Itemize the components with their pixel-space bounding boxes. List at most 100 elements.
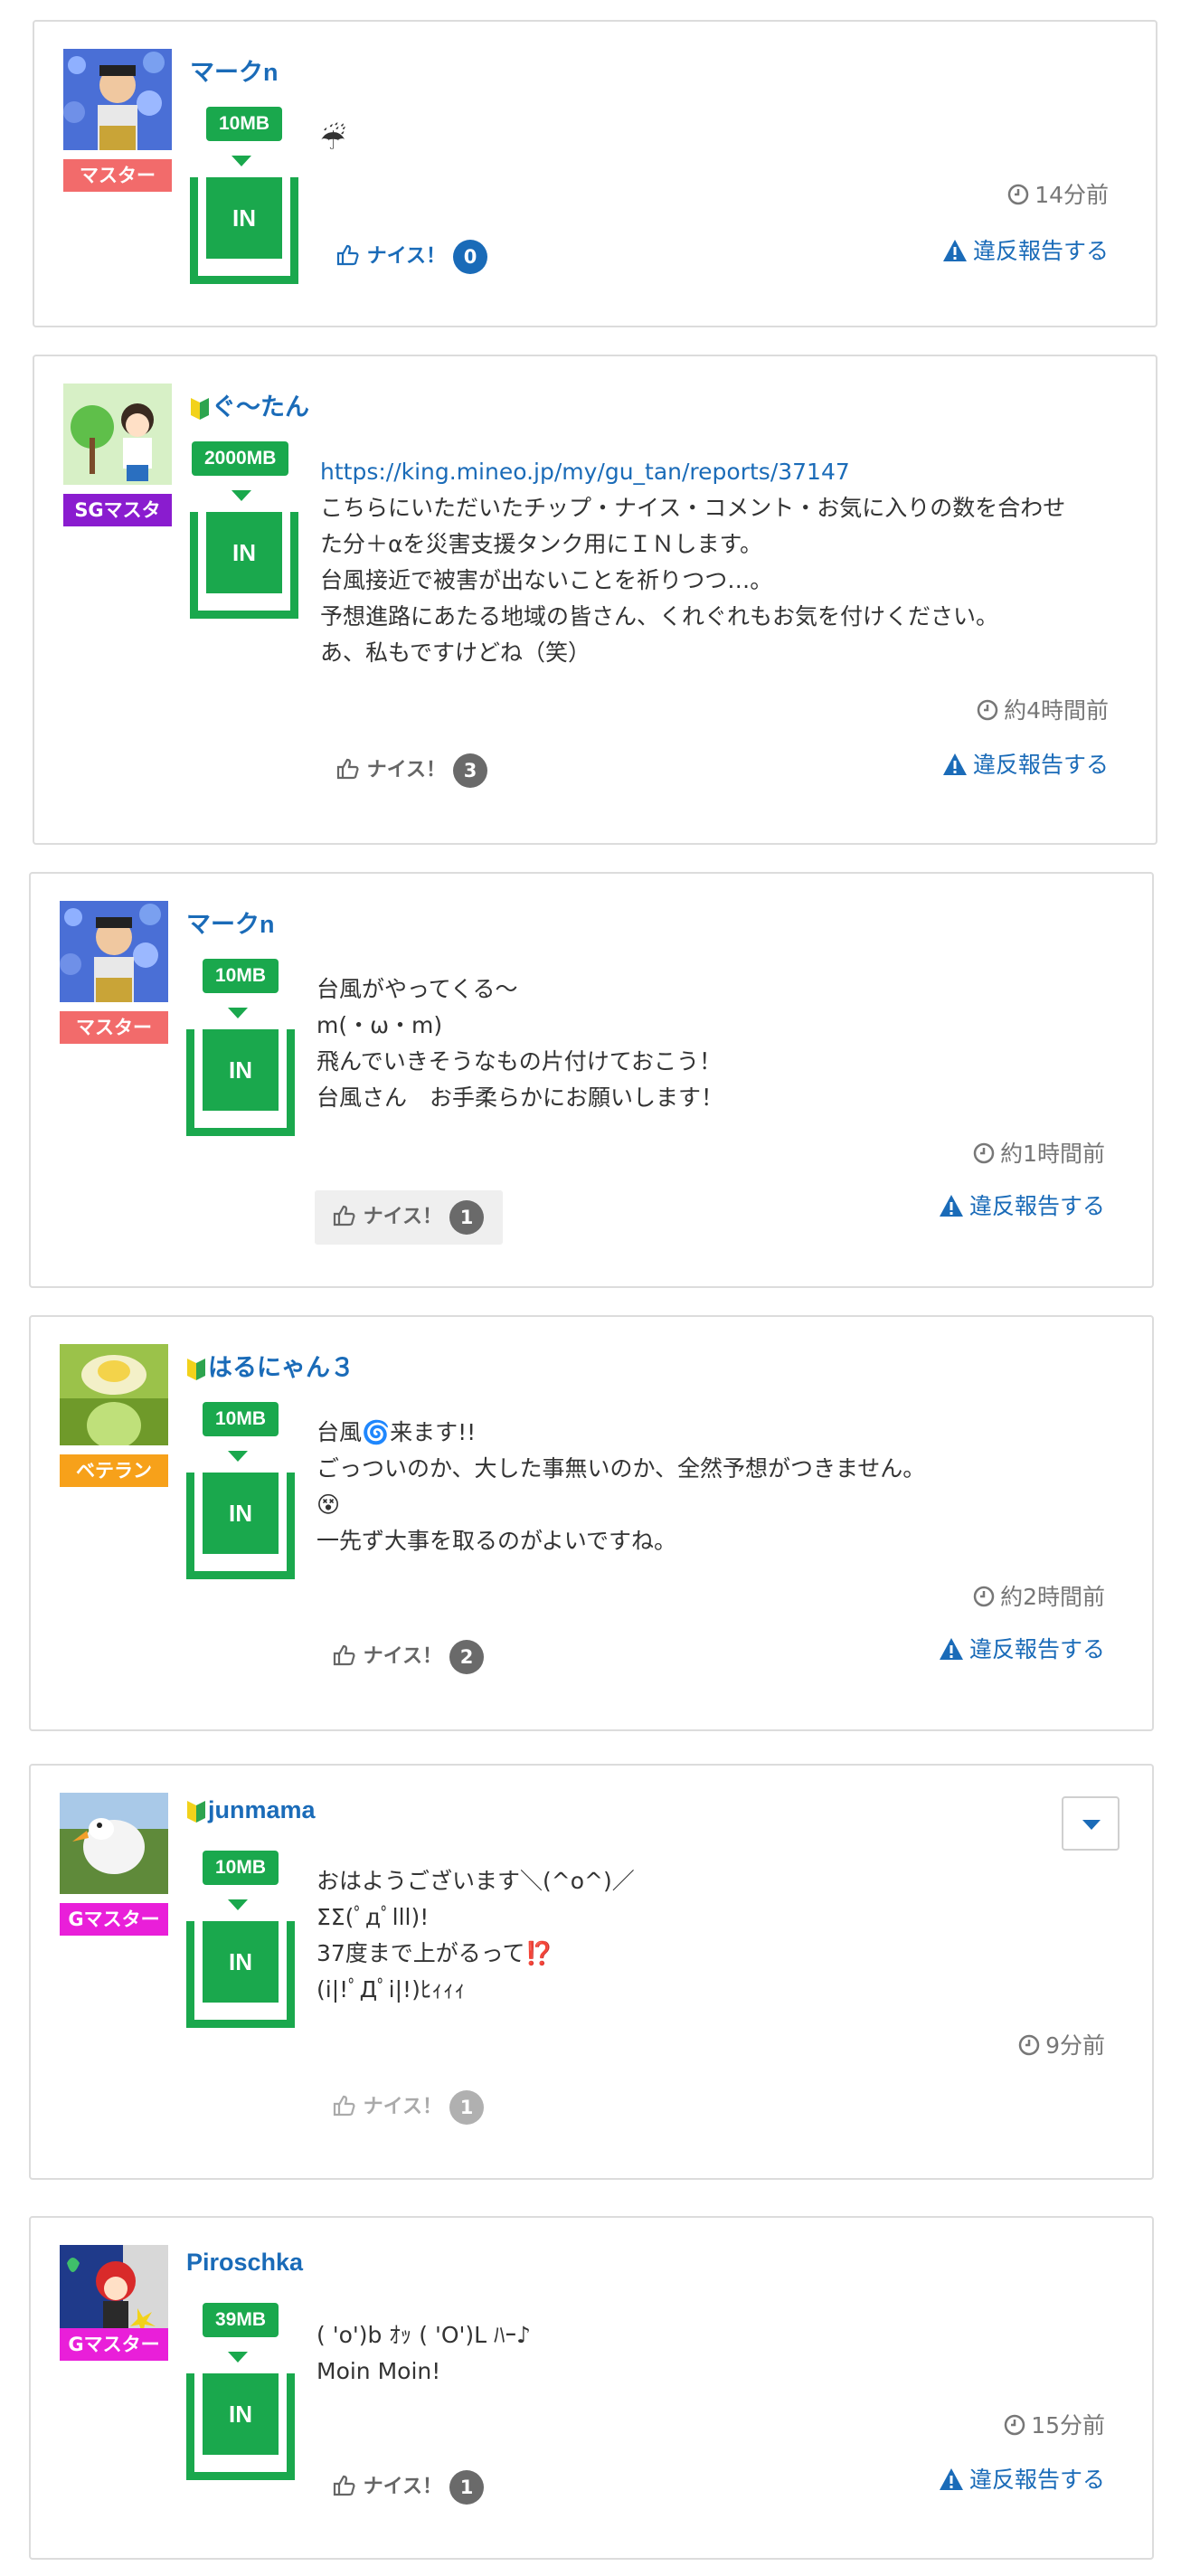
mb-badge: 39MB bbox=[203, 2303, 279, 2337]
message-line: ΣΣ(ﾟдﾟlll)! bbox=[317, 1904, 430, 1930]
nice-count: 1 bbox=[449, 1200, 485, 1235]
tank-icon: IN bbox=[190, 512, 298, 619]
post-message: https://king.mineo.jp/my/gu_tan/reports/… bbox=[320, 454, 1065, 671]
clock-icon bbox=[973, 1142, 995, 1164]
username-text[interactable]: junmama bbox=[208, 1796, 316, 1823]
tank-label: IN bbox=[203, 1921, 279, 2003]
nice-button[interactable]: ナイス！ 3 bbox=[336, 753, 488, 789]
nice-button[interactable]: ナイス！ 1 bbox=[333, 2089, 485, 2126]
tank-label: IN bbox=[206, 512, 282, 593]
tank-label: IN bbox=[203, 1029, 279, 1111]
beginner-icon bbox=[191, 397, 209, 420]
message-line: こちらにいただいたチップ・ナイス・コメント・お気に入りの数を合わせ bbox=[320, 495, 1066, 521]
timestamp-text: 約1時間前 bbox=[1000, 1141, 1105, 1167]
post-card: Gマスター Piroschka 39MB IN ( 'o')b ｵｯ ( 'O'… bbox=[29, 2216, 1154, 2560]
post-message: おはようございます＼(^o^)／ ΣΣ(ﾟдﾟlll)! 37度まで上がるって⁉… bbox=[317, 1863, 635, 2008]
nice-button[interactable]: ナイス！ 0 bbox=[336, 239, 488, 275]
tank-icon: IN bbox=[186, 1029, 295, 1136]
nice-label: ナイス！ bbox=[366, 759, 447, 781]
message-line: 台風接近で被害が出ないことを祈りつつ…。 bbox=[320, 567, 773, 593]
tank-label: IN bbox=[203, 2373, 279, 2455]
thumbs-up-icon bbox=[333, 2475, 355, 2496]
thumbs-up-icon bbox=[333, 1205, 355, 1226]
arrow-down-icon bbox=[228, 1008, 248, 1018]
avatar[interactable] bbox=[63, 384, 172, 485]
post-menu-dropdown[interactable] bbox=[1062, 1796, 1120, 1851]
nice-label: ナイス！ bbox=[363, 1645, 443, 1668]
username[interactable]: はるにゃん３ bbox=[186, 1348, 354, 1383]
username-text[interactable]: Piroschka bbox=[186, 2249, 303, 2276]
message-line: Moin Moin! bbox=[317, 2358, 441, 2384]
timestamp-text: 約4時間前 bbox=[1004, 697, 1109, 724]
report-label[interactable]: 違反報告する bbox=[973, 752, 1109, 778]
nice-count: 1 bbox=[449, 2470, 485, 2505]
nice-label: ナイス！ bbox=[363, 2476, 443, 2498]
nice-button[interactable]: ナイス！ 1 bbox=[333, 1199, 485, 1236]
nice-label: ナイス！ bbox=[363, 2096, 443, 2118]
caret-down-icon bbox=[1082, 1820, 1101, 1830]
post-message: ( 'o')b ｵｯ ( 'O')L ﾊｰ♪ Moin Moin! bbox=[317, 2317, 531, 2390]
report-label[interactable]: 違反報告する bbox=[969, 1193, 1105, 1219]
timestamp: 約4時間前 bbox=[977, 693, 1109, 725]
timestamp-text: 14分前 bbox=[1035, 182, 1109, 208]
username-text[interactable]: はるにゃん３ bbox=[208, 1354, 354, 1381]
post-message: ☔ bbox=[320, 121, 346, 157]
role-badge: Gマスター bbox=[60, 1903, 168, 1936]
report-url-link[interactable]: https://king.mineo.jp/my/gu_tan/reports/… bbox=[320, 459, 850, 485]
clock-icon bbox=[1018, 2034, 1040, 2056]
avatar[interactable] bbox=[63, 49, 172, 150]
report-link[interactable]: 違反報告する bbox=[939, 1632, 1105, 1664]
username[interactable]: junmama bbox=[186, 1796, 316, 1824]
role-badge: ベテラン bbox=[60, 1454, 168, 1487]
message-line: 37度まで上がるって⁉️ bbox=[317, 1940, 553, 1966]
post-card: マスター マークn 10MB IN 台風がやってくる〜 m(・ω・m) 飛んでい… bbox=[29, 872, 1154, 1288]
role-badge: SGマスタ bbox=[63, 494, 172, 526]
report-link[interactable]: 違反報告する bbox=[939, 2462, 1105, 2495]
username[interactable]: マークn bbox=[186, 904, 275, 940]
timestamp: 15分前 bbox=[1004, 2408, 1105, 2440]
message-line: (i|!ﾟДﾟi|!)ﾋｨｨｨ bbox=[317, 1976, 466, 2003]
clock-icon bbox=[1007, 184, 1029, 205]
post-message: 台風🌀来ます!! ごっついのか、大した事無いのか、全然予想がつきません。 😵 一… bbox=[317, 1415, 925, 1559]
post-card: マスター マークn 10MB IN ☔ 14分前 ナイス！ 0 違反報告する bbox=[33, 20, 1157, 327]
nice-button[interactable]: ナイス！ 1 bbox=[333, 2469, 485, 2505]
beginner-icon bbox=[187, 1358, 205, 1380]
report-link[interactable]: 違反報告する bbox=[942, 233, 1109, 266]
clock-icon bbox=[973, 1586, 995, 1607]
mb-badge: 10MB bbox=[203, 1851, 279, 1885]
mb-badge: 10MB bbox=[203, 959, 279, 993]
nice-count: 3 bbox=[453, 753, 488, 788]
username-text[interactable]: マークn bbox=[186, 911, 275, 938]
post-card: ベテラン はるにゃん３ 10MB IN 台風🌀来ます!! ごっついのか、大した事… bbox=[29, 1315, 1154, 1731]
timestamp: 14分前 bbox=[1007, 177, 1109, 210]
arrow-down-icon bbox=[231, 156, 251, 166]
timestamp: 9分前 bbox=[1018, 2028, 1105, 2060]
tank-icon: IN bbox=[186, 1473, 295, 1579]
avatar[interactable] bbox=[60, 901, 168, 1002]
username[interactable]: Piroschka bbox=[186, 2249, 303, 2277]
report-link[interactable]: 違反報告する bbox=[939, 1189, 1105, 1221]
clock-icon bbox=[977, 699, 998, 721]
warning-icon bbox=[942, 753, 967, 775]
report-label[interactable]: 違反報告する bbox=[969, 1636, 1105, 1662]
message-line: m(・ω・m) bbox=[317, 1012, 443, 1038]
username-text[interactable]: マークn bbox=[190, 59, 279, 86]
message-line: た分＋αを災害支援タンク用にＩＮします。 bbox=[320, 531, 762, 557]
username[interactable]: マークn bbox=[190, 52, 279, 88]
thumbs-up-icon bbox=[333, 1644, 355, 1666]
timestamp: 約2時間前 bbox=[973, 1579, 1105, 1612]
arrow-down-icon bbox=[228, 1451, 248, 1462]
avatar[interactable] bbox=[60, 1344, 168, 1445]
username[interactable]: ぐ〜たん bbox=[190, 387, 309, 422]
nice-button[interactable]: ナイス！ 2 bbox=[333, 1639, 485, 1675]
report-label[interactable]: 違反報告する bbox=[969, 2467, 1105, 2493]
report-link[interactable]: 違反報告する bbox=[942, 747, 1109, 780]
message-line: 😵 bbox=[317, 1492, 341, 1518]
nice-label: ナイス！ bbox=[366, 245, 447, 268]
message-line: ( 'o')b ｵｯ ( 'O')L ﾊｰ♪ bbox=[317, 2322, 531, 2348]
message-line: ごっついのか、大した事無いのか、全然予想がつきません。 bbox=[317, 1455, 926, 1482]
report-label[interactable]: 違反報告する bbox=[973, 238, 1109, 264]
avatar[interactable] bbox=[60, 1793, 168, 1894]
tank-label: IN bbox=[206, 177, 282, 259]
username-text[interactable]: ぐ〜たん bbox=[212, 393, 309, 421]
